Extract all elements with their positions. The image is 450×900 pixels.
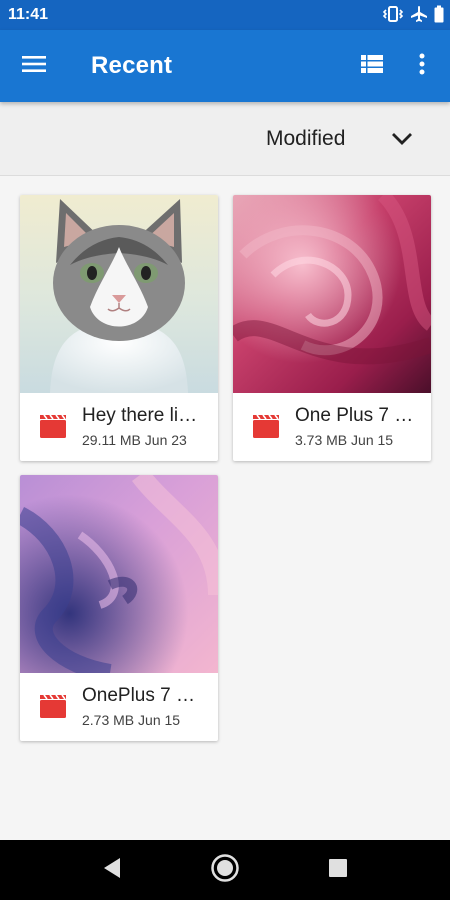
menu-icon: [22, 54, 46, 79]
file-meta: 29.11 MB Jun 23: [82, 432, 187, 448]
file-date: Jun 15: [351, 432, 394, 448]
back-button[interactable]: [92, 852, 132, 888]
file-thumbnail: [20, 475, 218, 673]
sort-label: Modified: [266, 127, 346, 150]
file-card[interactable]: Hey there li… 29.11 MB Jun 23: [20, 195, 218, 461]
file-date: Jun 23: [144, 432, 187, 448]
file-card[interactable]: One Plus 7 … 3.73 MB Jun 15: [233, 195, 431, 461]
status-icons: [382, 5, 444, 28]
sort-dropdown[interactable]: Modified: [258, 116, 438, 162]
airplane-mode-icon: [410, 5, 428, 28]
menu-button[interactable]: [14, 48, 54, 84]
status-bar: 11:41: [0, 0, 450, 30]
vibrate-icon: [382, 5, 404, 28]
system-nav-bar: [0, 840, 450, 900]
more-vert-icon: [419, 53, 425, 80]
file-size: 3.73 MB: [295, 432, 348, 448]
video-file-icon: [40, 694, 66, 723]
chevron-down-icon: [390, 127, 414, 156]
file-meta: 3.73 MB Jun 15: [295, 432, 393, 448]
sort-bar: Modified: [0, 102, 450, 176]
app-bar: Recent: [0, 30, 450, 102]
page-title: Recent: [91, 52, 173, 79]
status-time: 11:41: [8, 6, 49, 23]
file-info: One Plus 7 … 3.73 MB Jun 15: [233, 393, 431, 461]
recents-button[interactable]: [318, 852, 358, 888]
file-size: 2.73 MB: [82, 712, 135, 728]
list-view-icon: [361, 54, 383, 79]
recents-icon: [328, 858, 348, 883]
file-info: Hey there li… 29.11 MB Jun 23: [20, 393, 218, 461]
file-date: Jun 15: [138, 712, 181, 728]
battery-icon: [434, 5, 444, 28]
list-view-button[interactable]: [352, 48, 392, 84]
back-icon: [102, 857, 122, 884]
file-name: Hey there li…: [82, 405, 198, 426]
file-name: OnePlus 7 …: [82, 685, 195, 706]
file-name: One Plus 7 …: [295, 405, 414, 426]
file-thumbnail: [233, 195, 431, 393]
video-file-icon: [40, 414, 66, 443]
file-info: OnePlus 7 … 2.73 MB Jun 15: [20, 673, 218, 741]
file-size: 29.11 MB: [82, 432, 141, 448]
video-file-icon: [253, 414, 279, 443]
file-thumbnail: [20, 195, 218, 393]
file-grid: Hey there li… 29.11 MB Jun 23 One Plus 7…: [0, 177, 450, 840]
home-button[interactable]: [205, 852, 245, 888]
more-options-button[interactable]: [404, 48, 440, 84]
file-meta: 2.73 MB Jun 15: [82, 712, 180, 728]
home-icon: [210, 853, 240, 888]
file-card[interactable]: OnePlus 7 … 2.73 MB Jun 15: [20, 475, 218, 741]
